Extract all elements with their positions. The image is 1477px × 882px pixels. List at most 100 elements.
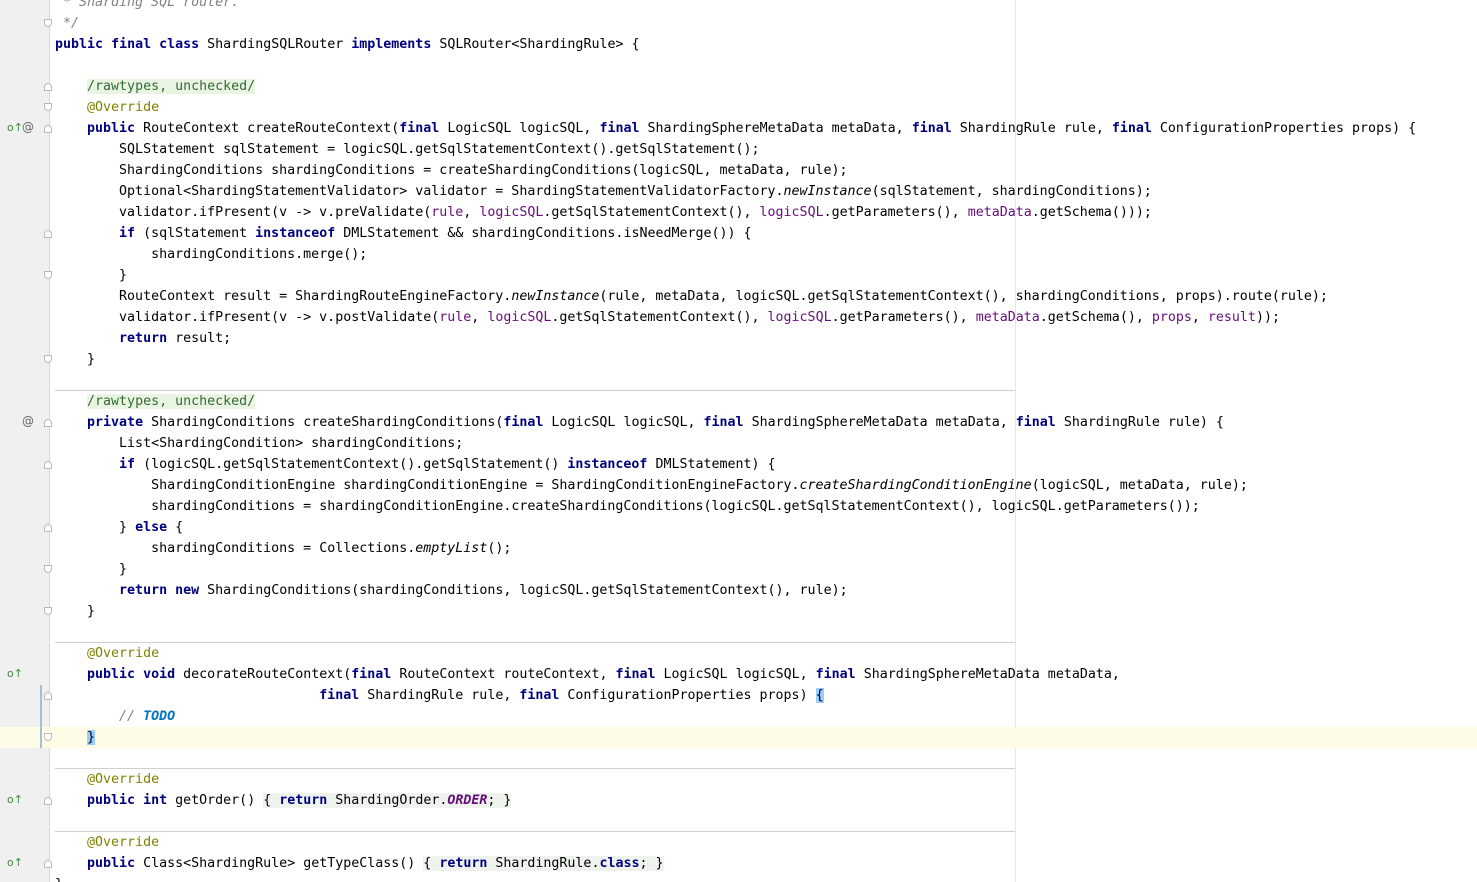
code-line[interactable]: @Override	[0, 769, 1477, 790]
code-text: }	[119, 268, 128, 283]
annotation-icon[interactable]: @	[22, 415, 34, 427]
fold-end-icon[interactable]	[44, 103, 52, 111]
doc-comment: * Sharding SQL router.	[55, 0, 240, 10]
fold-collapsed-icon[interactable]	[44, 797, 52, 805]
fold-end-icon[interactable]	[44, 355, 52, 363]
code-line[interactable]: if (sqlStatement instanceof DMLStatement…	[0, 223, 1477, 244]
folded-block[interactable]: { return ShardingOrder.ORDER; }	[263, 793, 512, 808]
folded-block[interactable]: { return ShardingRule.class; }	[423, 856, 664, 871]
code-text: @Override	[87, 646, 160, 661]
code-text: shardingConditions.merge();	[151, 247, 368, 262]
code-line[interactable]: o↑ public void decorateRouteContext(fina…	[0, 664, 1477, 685]
code-editor[interactable]: * Sharding SQL router. */ public final c…	[0, 0, 1477, 882]
code-line[interactable]: if (logicSQL.getSqlStatementContext().ge…	[0, 454, 1477, 475]
matched-brace: }	[87, 730, 96, 745]
code-line[interactable]: }	[0, 601, 1477, 622]
code-line[interactable]: shardingConditions = shardingConditionEn…	[0, 496, 1477, 517]
code-line[interactable]: RouteContext result = ShardingRouteEngin…	[0, 286, 1477, 307]
code-line[interactable]: Optional<ShardingStatementValidator> val…	[0, 181, 1477, 202]
code-line[interactable]: }	[0, 349, 1477, 370]
matched-brace: {	[815, 688, 824, 703]
code-text: // TODO	[119, 709, 176, 724]
fold-start-icon[interactable]	[44, 230, 52, 238]
code-line[interactable]: // TODO	[0, 706, 1477, 727]
code-line[interactable]: SQLStatement sqlStatement = logicSQL.get…	[0, 139, 1477, 160]
code-line[interactable]: shardingConditions = Collections.emptyLi…	[0, 538, 1477, 559]
code-line[interactable]: o↑ @ public RouteContext createRouteCont…	[0, 118, 1477, 139]
code-text: validator.ifPresent(v -> v.postValidate(…	[119, 310, 1280, 325]
code-text: private ShardingConditions createShardin…	[87, 415, 1224, 430]
code-text: }	[87, 604, 96, 619]
code-text: public Class<ShardingRule> getTypeClass(…	[87, 856, 664, 871]
fold-start-icon[interactable]	[44, 83, 52, 91]
code-text: public RouteContext createRouteContext(f…	[87, 121, 1417, 136]
code-line[interactable]: shardingConditions.merge();	[0, 244, 1477, 265]
fold-start-icon[interactable]	[44, 125, 52, 133]
code-text: ShardingConditionEngine shardingConditio…	[151, 478, 1248, 493]
fold-start-icon[interactable]	[44, 692, 52, 700]
code-text: public int getOrder() { return ShardingO…	[87, 793, 512, 808]
code-line[interactable]: /rawtypes, unchecked/	[0, 391, 1477, 412]
code-line[interactable]: @Override	[0, 97, 1477, 118]
code-text: return result;	[119, 331, 232, 346]
fold-start-icon[interactable]	[44, 419, 52, 427]
vcs-change-marker[interactable]	[40, 685, 42, 748]
code-line[interactable]: return new ShardingConditions(shardingCo…	[0, 580, 1477, 601]
implements-method-icon[interactable]: o↑	[7, 857, 23, 869]
fold-end-icon[interactable]	[44, 607, 52, 615]
code-line[interactable]: final ShardingRule rule, final Configura…	[0, 685, 1477, 706]
code-line[interactable]: validator.ifPresent(v -> v.preValidate(r…	[0, 202, 1477, 223]
code-text: }	[55, 874, 63, 882]
code-text: if (sqlStatement instanceof DMLStatement…	[119, 226, 752, 241]
code-text: /rawtypes, unchecked/	[87, 79, 256, 94]
fold-start-icon[interactable]	[44, 524, 52, 532]
fold-start-icon[interactable]	[44, 461, 52, 469]
code-line[interactable]: @Override	[0, 643, 1477, 664]
code-text: if (logicSQL.getSqlStatementContext().ge…	[119, 457, 776, 472]
code-line[interactable]: } else {	[0, 517, 1477, 538]
code-line[interactable]: o↑ public Class<ShardingRule> getTypeCla…	[0, 853, 1477, 874]
fold-collapsed-icon[interactable]	[44, 860, 52, 868]
code-line[interactable]: List<ShardingCondition> shardingConditio…	[0, 433, 1477, 454]
fold-end-icon[interactable]	[44, 565, 52, 573]
code-text: shardingConditions = shardingConditionEn…	[151, 499, 1200, 514]
code-text: public void decorateRouteContext(final R…	[87, 667, 1120, 682]
code-line[interactable]: ShardingConditions shardingConditions = …	[0, 160, 1477, 181]
code-text: final ShardingRule rule, final Configura…	[319, 688, 824, 703]
fold-end-icon[interactable]	[44, 733, 52, 741]
current-code-line[interactable]: }	[0, 727, 1477, 748]
code-line[interactable]: @ private ShardingConditions createShard…	[0, 412, 1477, 433]
code-line[interactable]: validator.ifPresent(v -> v.postValidate(…	[0, 307, 1477, 328]
annotation-icon[interactable]: @	[22, 121, 34, 133]
code-line[interactable]: */	[0, 13, 1477, 34]
implements-method-icon[interactable]: o↑	[7, 122, 23, 134]
code-line[interactable]: * Sharding SQL router.	[0, 0, 1477, 13]
code-text: validator.ifPresent(v -> v.preValidate(r…	[119, 205, 1152, 220]
code-text: }	[55, 727, 96, 748]
code-text: @Override	[87, 100, 160, 115]
code-line[interactable]: /rawtypes, unchecked/	[0, 76, 1477, 97]
code-line[interactable]: @Override	[0, 832, 1477, 853]
code-line[interactable]: public final class ShardingSQLRouter imp…	[0, 34, 1477, 55]
code-text: @Override	[87, 835, 160, 850]
code-text: shardingConditions = Collections.emptyLi…	[151, 541, 512, 556]
code-text: @Override	[87, 772, 160, 787]
implements-method-icon[interactable]: o↑	[7, 668, 23, 680]
code-text: }	[119, 562, 128, 577]
code-text: Optional<ShardingStatementValidator> val…	[119, 184, 1152, 199]
code-text: /rawtypes, unchecked/	[87, 394, 256, 409]
code-line[interactable]: o↑ public int getOrder() { return Shardi…	[0, 790, 1477, 811]
code-line[interactable]: }	[0, 559, 1477, 580]
doc-comment: */	[55, 16, 80, 31]
code-line[interactable]: ShardingConditionEngine shardingConditio…	[0, 475, 1477, 496]
code-text: } else {	[119, 520, 184, 535]
code-text: public final class ShardingSQLRouter imp…	[55, 37, 640, 52]
code-line[interactable]: return result;	[0, 328, 1477, 349]
code-line[interactable]: }	[0, 874, 1477, 882]
fold-end-icon[interactable]	[44, 19, 52, 27]
code-text: return new ShardingConditions(shardingCo…	[119, 583, 848, 598]
code-line[interactable]: }	[0, 265, 1477, 286]
code-text: RouteContext result = ShardingRouteEngin…	[119, 289, 1328, 304]
fold-end-icon[interactable]	[44, 271, 52, 279]
implements-method-icon[interactable]: o↑	[7, 794, 23, 806]
